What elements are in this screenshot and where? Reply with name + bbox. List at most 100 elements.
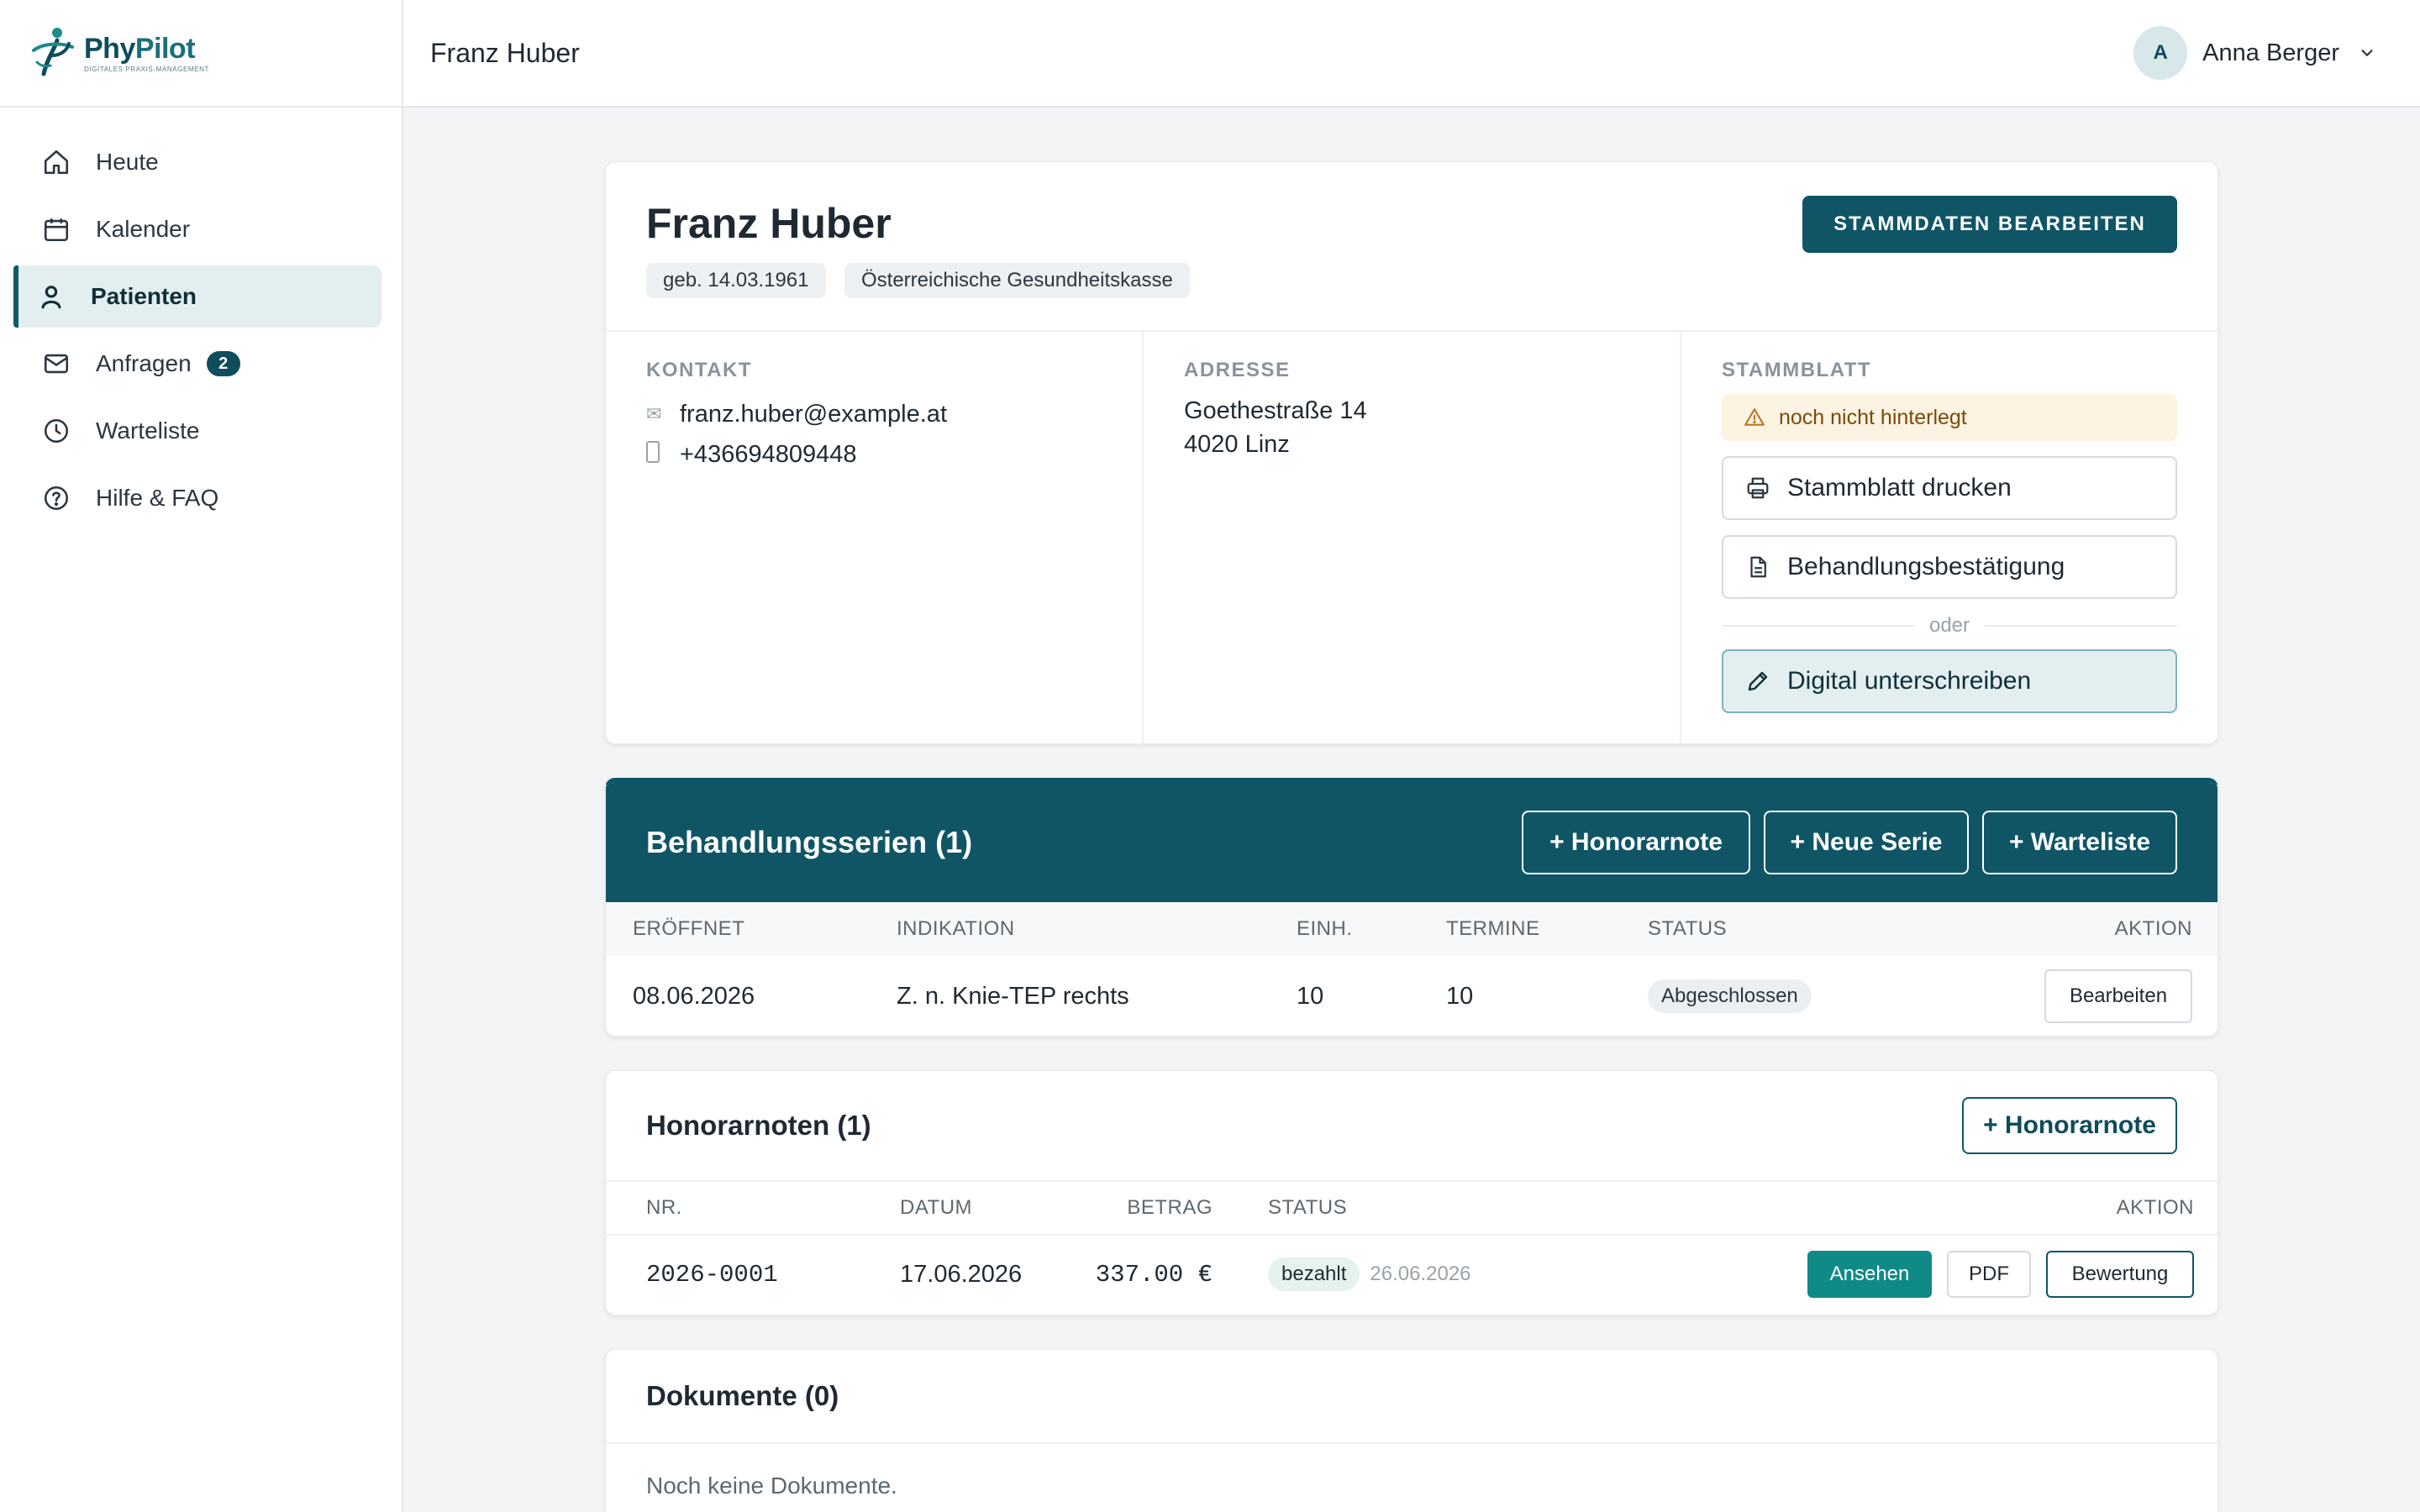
- sidebar-item-label: Anfragen: [96, 350, 192, 376]
- treatment-series-card: Behandlungsserien (1) + Honorarnote + Ne…: [605, 778, 2218, 1037]
- invoice-date: 17.06.2026: [900, 1260, 1023, 1288]
- sidebar-item-label: Heute: [96, 149, 159, 175]
- or-divider: oder: [1722, 614, 2177, 638]
- phone-value[interactable]: +436694809448: [680, 441, 856, 469]
- address-label: ADRESSE: [1184, 359, 1291, 381]
- email-value[interactable]: franz.huber@example.at: [680, 401, 947, 428]
- sidebar-item-hilfe[interactable]: Hilfe & FAQ: [13, 467, 381, 529]
- series-title: Behandlungsserien (1): [646, 825, 973, 859]
- column-header: AKTION: [2114, 917, 2192, 940]
- status-badge: Abgeschlossen: [1648, 979, 1812, 1013]
- calendar-icon: [40, 213, 72, 245]
- new-series-button[interactable]: + Neue Serie: [1764, 811, 1969, 874]
- phone-icon: [646, 441, 665, 468]
- invoice-number: 2026-0001: [646, 1260, 778, 1289]
- column-header[interactable]: ERÖFFNET: [633, 917, 897, 941]
- series-table-header: ERÖFFNET INDIKATION EINH. TERMINE STATUS…: [606, 902, 2217, 956]
- digital-sign-label: Digital unterschreiben: [1787, 667, 2032, 695]
- sidebar-item-warteliste[interactable]: Warteliste: [13, 400, 381, 462]
- sidebar-item-patienten[interactable]: Patienten: [13, 265, 381, 328]
- column-header[interactable]: NR.: [646, 1196, 900, 1220]
- sidebar-nav: Heute Kalender Patienten Anfragen 2 Wart…: [0, 108, 402, 529]
- pencil-icon: [1748, 671, 1768, 691]
- digital-sign-button[interactable]: Digital unterschreiben: [1722, 649, 2177, 713]
- sidebar-item-label: Hilfe & FAQ: [96, 485, 219, 511]
- sidebar-item-anfragen[interactable]: Anfragen 2: [13, 333, 381, 395]
- stammblatt-warning: noch nicht hinterlegt: [1722, 394, 2177, 441]
- stammblatt-section: STAMMBLATT noch nicht hinterlegt Stammbl…: [1680, 332, 2217, 743]
- patient-card: Franz Huber geb. 14.03.1961 Österreichis…: [605, 161, 2218, 744]
- stammblatt-warning-text: noch nicht hinterlegt: [1779, 405, 1967, 429]
- indication: Z. n. Knie-TEP rechts: [897, 982, 1129, 1010]
- add-invoice-button-secondary[interactable]: + Honorarnote: [1962, 1097, 2177, 1154]
- documents-card: Dokumente (0) Noch keine Dokumente.: [605, 1349, 2218, 1512]
- table-row[interactable]: 08.06.2026 Z. n. Knie-TEP rechts 10 10 A…: [606, 956, 2217, 1036]
- insurance-badge: Österreichische Gesundheitskasse: [844, 263, 1190, 298]
- logo-subtitle: DIGITALES PRAXIS-MANAGEMENT: [84, 65, 209, 73]
- clock-icon: [40, 415, 72, 447]
- series-header: Behandlungsserien (1) + Honorarnote + Ne…: [606, 783, 2217, 902]
- column-header[interactable]: DATUM: [900, 1196, 1093, 1220]
- email-line: ✉ franz.huber@example.at: [646, 394, 1102, 434]
- address-section: ADRESSE Goethestraße 14 4020 Linz: [1142, 332, 1680, 743]
- page-title: Franz Huber: [430, 37, 580, 68]
- user-menu[interactable]: A Anna Berger: [2133, 26, 2376, 80]
- units: 10: [1297, 982, 1324, 1010]
- table-row[interactable]: 2026-0001 17.06.2026 337.00 € bezahlt 26…: [606, 1236, 2217, 1313]
- print-stammblatt-label: Stammblatt drucken: [1787, 474, 2012, 501]
- printer-icon: [1747, 477, 1769, 499]
- invoices-table-header: NR. DATUM BETRAG STATUS AKTION: [606, 1182, 2217, 1236]
- help-icon: [40, 482, 72, 514]
- series-actions: + Honorarnote + Neue Serie + Warteliste: [1508, 811, 2177, 874]
- invoices-card: Honorarnoten (1) + Honorarnote NR. DATUM…: [605, 1070, 2218, 1315]
- sidebar-item-kalender[interactable]: Kalender: [13, 198, 381, 260]
- sidebar-item-heute[interactable]: Heute: [13, 131, 381, 193]
- sidebar-item-label: Patienten: [91, 283, 197, 309]
- documents-title: Dokumente (0): [646, 1380, 839, 1411]
- invoice-amount: 337.00 €: [1095, 1260, 1213, 1289]
- paid-date: 26.06.2026: [1370, 1263, 1471, 1285]
- add-waitlist-button[interactable]: + Warteliste: [1982, 811, 2177, 874]
- envelope-icon: ✉: [646, 403, 662, 424]
- column-header: AKTION: [2116, 1196, 2194, 1219]
- dob-badge: geb. 14.03.1961: [646, 263, 826, 298]
- logo-mark-icon: [32, 28, 74, 76]
- sidebar-item-label: Warteliste: [96, 417, 200, 444]
- view-invoice-button[interactable]: Ansehen: [1807, 1251, 1932, 1298]
- avatar: A: [2133, 26, 2188, 80]
- logo[interactable]: PhyPilot DIGITALES PRAXIS-MANAGEMENT: [0, 0, 402, 108]
- column-header[interactable]: STATUS: [1648, 917, 1984, 941]
- documents-empty-text: Noch keine Dokumente.: [646, 1473, 897, 1499]
- treatment-confirmation-button[interactable]: Behandlungsbestätigung: [1722, 535, 2177, 599]
- edit-series-button[interactable]: Bearbeiten: [2044, 969, 2192, 1023]
- documents-header: Dokumente (0): [606, 1350, 2217, 1444]
- add-invoice-button[interactable]: + Honorarnote: [1522, 811, 1750, 874]
- column-header[interactable]: STATUS: [1268, 1196, 1604, 1220]
- person-icon: [35, 281, 67, 312]
- status-badge: bezahlt: [1268, 1257, 1360, 1291]
- mail-icon: [40, 348, 72, 380]
- chevron-down-icon: [2361, 50, 2373, 56]
- review-button[interactable]: Bewertung: [2046, 1251, 2194, 1298]
- column-header[interactable]: BETRAG: [1093, 1196, 1213, 1220]
- column-header[interactable]: INDIKATION: [897, 917, 1297, 941]
- invoices-header: Honorarnoten (1) + Honorarnote: [606, 1071, 2217, 1182]
- treatment-confirmation-label: Behandlungsbestätigung: [1787, 553, 2065, 580]
- logo-name: PhyPilot: [84, 32, 196, 65]
- edit-master-data-button[interactable]: STAMMDATEN BEARBEITEN: [1802, 196, 2177, 253]
- contact-section: KONTAKT ✉ franz.huber@example.at +436694…: [606, 332, 1142, 743]
- invoices-title: Honorarnoten (1): [646, 1110, 871, 1141]
- pdf-button[interactable]: PDF: [1947, 1251, 2031, 1298]
- column-header[interactable]: TERMINE: [1446, 917, 1648, 941]
- address-street: Goethestraße 14: [1184, 397, 1367, 424]
- address-city: 4020 Linz: [1184, 431, 1290, 458]
- topbar: Franz Huber A Anna Berger: [403, 0, 2420, 108]
- stammblatt-label: STAMMBLATT: [1722, 359, 1872, 381]
- opened-date: 08.06.2026: [633, 982, 755, 1010]
- print-stammblatt-button[interactable]: Stammblatt drucken: [1722, 456, 2177, 520]
- document-icon: [1750, 556, 1766, 578]
- user-name: Anna Berger: [2202, 39, 2339, 66]
- column-header[interactable]: EINH.: [1297, 917, 1446, 941]
- patient-info-row: KONTAKT ✉ franz.huber@example.at +436694…: [606, 330, 2217, 743]
- patient-name: Franz Huber: [646, 200, 892, 247]
